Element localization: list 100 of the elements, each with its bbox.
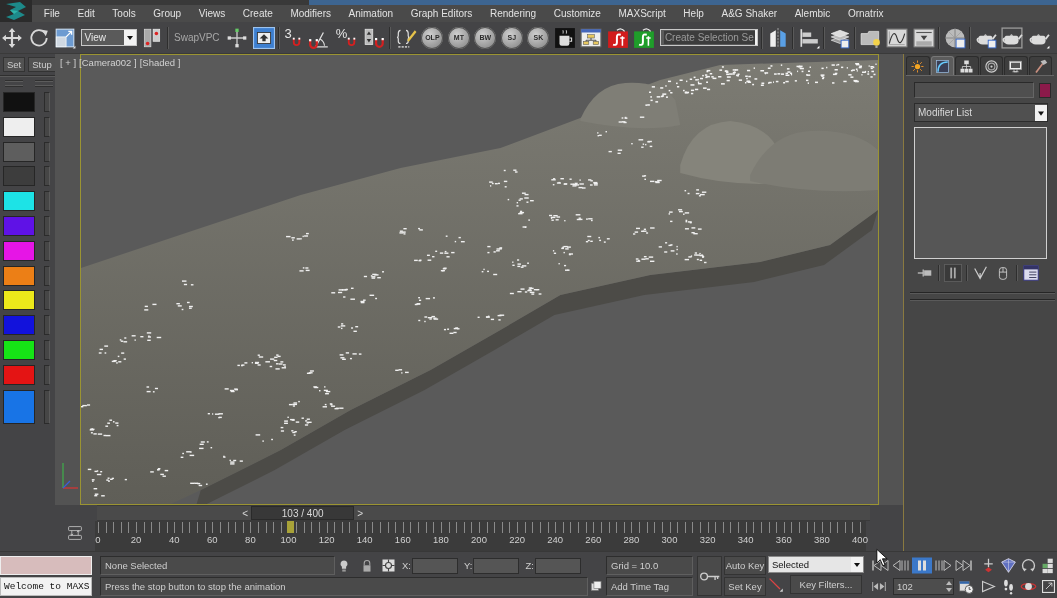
move-icon[interactable] [1, 26, 23, 49]
pause-icon[interactable] [912, 557, 932, 574]
scale-icon[interactable] [54, 26, 76, 49]
color-swatch[interactable] [3, 216, 35, 236]
command-tab[interactable] [955, 56, 979, 75]
target-icon[interactable] [983, 58, 999, 74]
script-icon[interactable] [606, 26, 629, 49]
coordinate-field[interactable] [473, 557, 520, 574]
gem-icon[interactable] [1000, 557, 1017, 574]
viewport-menu-label[interactable]: [Camera002 ] [79, 57, 137, 68]
arc-arrows-icon[interactable] [1020, 557, 1037, 574]
squares-icon[interactable] [590, 580, 603, 593]
menu-item[interactable]: Alembic [785, 6, 840, 21]
monitor-icon[interactable] [1008, 58, 1024, 74]
menu-item[interactable]: Group [144, 6, 190, 21]
color-swatch[interactable] [3, 116, 35, 137]
go-to-start-icon[interactable] [870, 557, 890, 574]
timeline-toggle-icon[interactable] [67, 525, 83, 541]
previous-frame-icon[interactable] [891, 557, 911, 574]
teapot-frame-icon[interactable] [1001, 26, 1024, 49]
maximize-icon[interactable] [1040, 578, 1057, 595]
coordinate-field[interactable] [412, 557, 458, 574]
clock-window-icon[interactable] [958, 578, 974, 595]
current-frame-marker[interactable] [286, 521, 294, 533]
current-frame-field[interactable]: 102 [893, 578, 954, 595]
menu-item[interactable]: Animation [339, 6, 402, 21]
modifier-stack-list[interactable] [914, 127, 1047, 259]
check-fork-icon[interactable] [972, 264, 990, 282]
color-swatch[interactable] [3, 166, 35, 187]
coordinate-system-dropdown[interactable]: View [80, 29, 137, 46]
palette-button[interactable]: Stup [28, 57, 56, 72]
double-bar-icon[interactable] [944, 264, 962, 282]
pivot-icon[interactable] [141, 26, 163, 49]
menu-item[interactable]: Graph Editors [401, 6, 482, 21]
time-slider-track[interactable]: < 103 / 400 > [97, 505, 870, 521]
menu-item[interactable]: Modifiers [281, 6, 340, 21]
menu-item[interactable]: Views [189, 6, 234, 21]
spinner-snap-icon[interactable] [363, 26, 386, 49]
align-icon[interactable] [797, 26, 820, 49]
object-color-swatch[interactable] [1039, 82, 1051, 98]
manipulate-icon[interactable] [226, 26, 249, 49]
snap-toggle-button[interactable]: 3 [283, 26, 304, 49]
coffee-cup-icon[interactable] [553, 26, 576, 49]
key-set-dropdown[interactable]: Selected [768, 556, 864, 573]
coordinate-field[interactable] [534, 557, 581, 574]
menu-item[interactable]: File [35, 6, 69, 21]
color-swatch[interactable] [3, 315, 35, 336]
palette-button[interactable]: Set [3, 57, 26, 72]
menu-item[interactable]: A&G Shaker [712, 6, 786, 21]
auto-key-button[interactable]: Auto Key [724, 556, 766, 575]
diagonal-line-icon[interactable] [768, 576, 784, 593]
triangle-icon[interactable] [980, 578, 997, 595]
time-slider-thumb[interactable]: < 103 / 400 > [239, 506, 367, 520]
object-name-field[interactable] [914, 82, 1034, 98]
menu-item[interactable]: Ornatrix [839, 6, 893, 21]
color-swatch[interactable] [3, 389, 35, 424]
menu-item[interactable]: Help [674, 6, 713, 21]
rotate-icon[interactable] [27, 26, 50, 49]
menu-item[interactable]: Edit [68, 6, 104, 21]
menu-item[interactable]: Tools [103, 6, 145, 21]
color-swatch[interactable] [3, 265, 35, 286]
go-to-end-icon[interactable] [954, 557, 974, 574]
color-swatch[interactable] [3, 364, 35, 385]
snap-toggle-button[interactable]: % [334, 26, 360, 49]
menu-item[interactable]: Create [234, 6, 282, 21]
menu-item[interactable]: Customize [544, 6, 610, 21]
timeline-track[interactable]: 0 20 40 60 80 100 120 140 160 180 200 220 240 260 280 300 320 340 360 380 400 [95, 521, 866, 551]
viewport-menu-label[interactable]: [Shaded ] [139, 57, 181, 68]
key-mode-icon[interactable] [870, 579, 888, 594]
menu-item[interactable]: Rendering [481, 6, 545, 21]
modifier-list-dropdown[interactable]: Modifier List [914, 103, 1048, 122]
app-logo-icon[interactable] [0, 0, 32, 22]
curve-graph-icon[interactable] [886, 26, 909, 49]
spinner-arrows-icon[interactable] [945, 580, 953, 593]
script-icon[interactable] [633, 26, 656, 49]
sun-icon[interactable] [910, 58, 926, 74]
menu-item[interactable]: MAXScript [609, 6, 675, 21]
command-tab[interactable] [1004, 56, 1028, 75]
hierarchy-window-icon[interactable] [580, 26, 603, 49]
color-swatch[interactable] [3, 339, 35, 360]
key-filters-button[interactable]: Key Filters... [790, 575, 862, 594]
viewport-panel[interactable]: [ + ] [Camera002 ] [Shaded ] [55, 54, 903, 505]
viewport-menu-label[interactable]: [ + ] [60, 57, 77, 68]
set-key-button[interactable]: Set Key [724, 577, 766, 596]
color-swatch[interactable] [3, 141, 35, 162]
color-swatch[interactable] [3, 240, 35, 261]
hierarchy-icon[interactable] [959, 58, 975, 74]
selection-set-dropdown[interactable]: Create Selection Se [659, 29, 758, 46]
script-input-field[interactable] [0, 556, 92, 575]
color-swatch[interactable] [3, 191, 35, 212]
command-tab[interactable] [906, 56, 930, 75]
window-list-icon[interactable] [1022, 264, 1040, 282]
command-tab[interactable] [1028, 56, 1052, 75]
color-swatch[interactable] [3, 290, 35, 311]
color-swatch[interactable] [3, 92, 35, 112]
add-time-tag-button[interactable]: Add Time Tag [606, 577, 693, 596]
next-frame-icon[interactable] [933, 557, 953, 574]
script-text-button[interactable]: SwapVPC [172, 32, 222, 43]
material-sphere-icon[interactable] [943, 26, 966, 49]
command-tab[interactable] [930, 56, 954, 75]
